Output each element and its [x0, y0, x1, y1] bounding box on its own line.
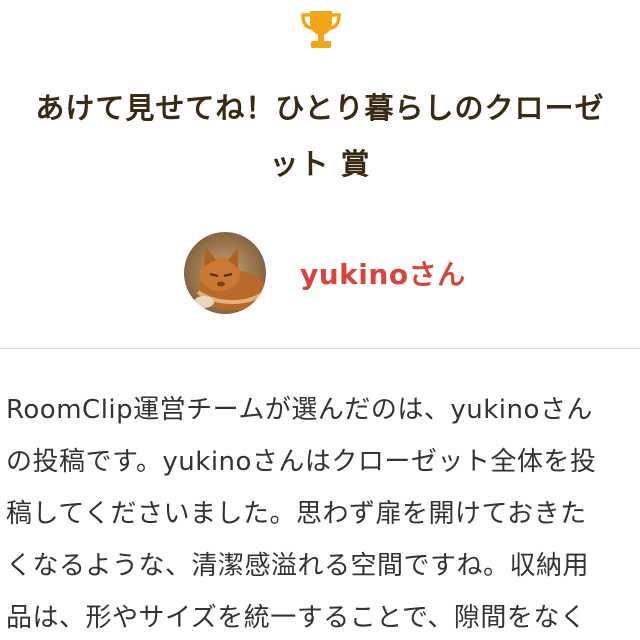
description-line: の投稿です。yukinoさんはクローゼット全体を投: [6, 447, 597, 477]
description-line: 稿してくださいました。思わず扉を開けておきた: [6, 499, 587, 529]
trophy-icon: [298, 8, 344, 52]
award-title: あけて見せてね！ひとり暮らしのクローゼ ット 賞: [0, 80, 640, 192]
award-title-line-1: あけて見せてね！ひとり暮らしのクローゼ: [35, 91, 605, 125]
award-description: RoomClip運営チームが選んだのは、yukinoさん の投稿です。yukin…: [6, 384, 640, 640]
description-line: 品は、形やサイズを統一することで、隙間をなく: [6, 603, 587, 633]
winner-row: yukinoさん: [184, 232, 466, 314]
cat-avatar-image: [184, 232, 266, 314]
divider: [0, 348, 640, 349]
award-title-line-2: ット 賞: [269, 147, 371, 181]
description-line: RoomClip運営チームが選んだのは、yukinoさん: [6, 395, 593, 425]
winner-username-link[interactable]: yukinoさん: [300, 253, 466, 293]
description-line: くなるような、清潔感溢れる空間ですね。収納用: [6, 551, 590, 581]
avatar[interactable]: [184, 232, 266, 314]
